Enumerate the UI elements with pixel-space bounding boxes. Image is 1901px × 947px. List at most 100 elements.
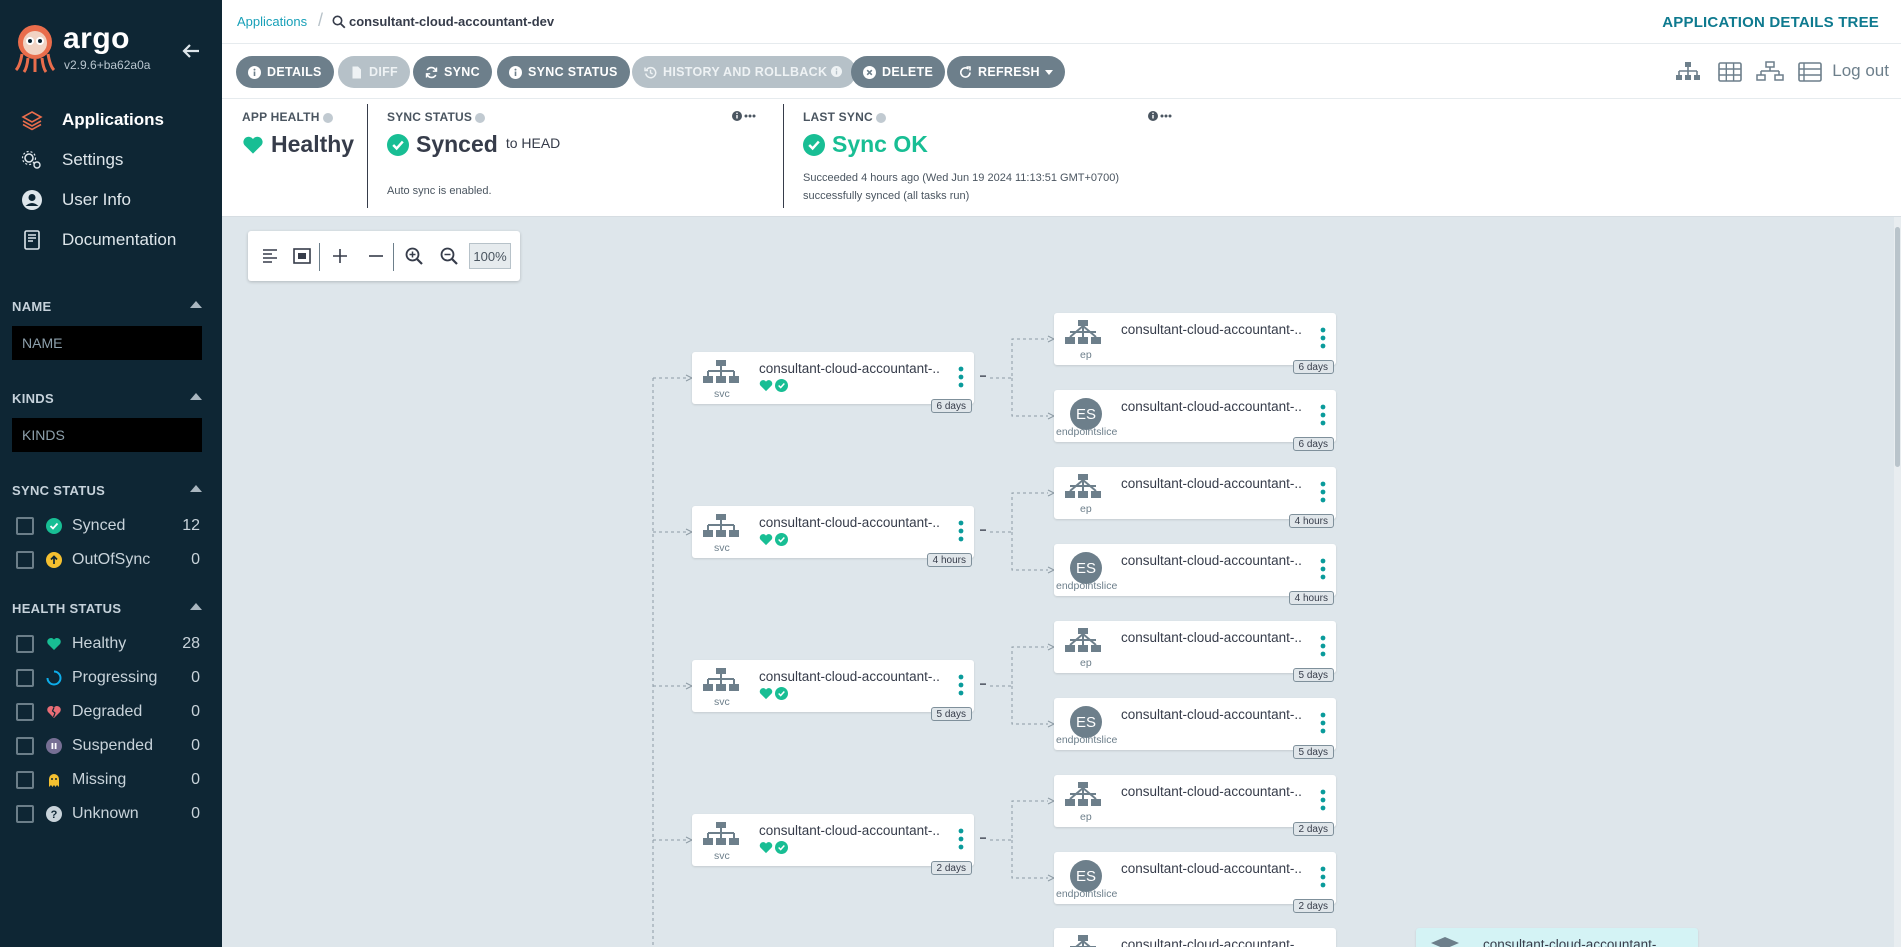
collapse-children-button[interactable]: −: [978, 832, 988, 844]
checkbox[interactable]: [16, 703, 34, 721]
search-icon[interactable]: [332, 15, 346, 29]
resource-node-partial[interactable]: consultant-cloud-accountant-...: [1416, 928, 1698, 947]
svc-node[interactable]: svc consultant-cloud-accountant-... 4 hour…: [692, 506, 987, 567]
refresh-button[interactable]: REFRESH: [947, 56, 1065, 88]
collapse-sidebar-arrow-icon[interactable]: [180, 40, 202, 62]
filter-healthy[interactable]: Healthy 28: [16, 632, 200, 656]
delete-button[interactable]: DELETE: [851, 56, 946, 88]
zoom-in-icon[interactable]: [402, 244, 426, 268]
plus-icon[interactable]: [328, 244, 352, 268]
kebab-menu-icon[interactable]: [1320, 404, 1326, 426]
tree-view-icon[interactable]: [1674, 60, 1702, 84]
es-node[interactable]: ES endpointslice consultant-cloud-accounta…: [1054, 544, 1336, 605]
nav-item-settings[interactable]: Settings: [0, 140, 222, 180]
more-info-icon[interactable]: [732, 110, 756, 122]
nav-label: Settings: [62, 150, 124, 169]
check-circle-icon: [46, 518, 62, 534]
filter-missing[interactable]: Missing 0: [16, 768, 200, 792]
checkbox[interactable]: [16, 737, 34, 755]
help-icon[interactable]: [875, 112, 886, 123]
app-health-value[interactable]: Healthy: [242, 131, 354, 158]
filter-degraded[interactable]: Degraded 0: [16, 700, 200, 724]
service-icon: [703, 668, 739, 691]
nav-item-documentation[interactable]: Documentation: [0, 220, 222, 260]
ep-node[interactable]: ep consultant-cloud-accountant-... 2 days: [1054, 775, 1336, 836]
checkbox[interactable]: [16, 517, 34, 535]
collapse-children-button[interactable]: −: [978, 524, 988, 536]
network-view-icon[interactable]: [1756, 60, 1784, 84]
help-icon[interactable]: [475, 112, 486, 123]
kebab-menu-icon[interactable]: [1320, 635, 1326, 657]
nav-item-user-info[interactable]: User Info: [0, 180, 222, 220]
kebab-menu-icon[interactable]: [1320, 789, 1326, 811]
arrow-up-circle-icon: [46, 552, 62, 568]
sync-status-value[interactable]: Synced to HEAD: [387, 131, 560, 158]
zoom-out-icon[interactable]: [437, 244, 461, 268]
vertical-scrollbar[interactable]: [1894, 217, 1901, 947]
last-sync-value[interactable]: Sync OK: [803, 131, 928, 158]
logout-link[interactable]: Log out: [1832, 61, 1889, 81]
details-button[interactable]: DETAILS: [236, 56, 334, 88]
filter-suspended[interactable]: Suspended 0: [16, 734, 200, 758]
kebab-menu-icon[interactable]: [1320, 712, 1326, 734]
checkbox[interactable]: [16, 669, 34, 687]
health-status-filter-heading[interactable]: HEALTH STATUS: [12, 601, 202, 616]
filter-label: Healthy: [72, 635, 127, 652]
collapse-children-button[interactable]: −: [978, 678, 988, 690]
kebab-menu-icon[interactable]: [958, 674, 964, 696]
kinds-filter-heading[interactable]: KINDS: [12, 391, 202, 406]
resource-age-badge: 2 days: [930, 861, 972, 875]
kebab-menu-icon[interactable]: [958, 828, 964, 850]
resource-tree-canvas[interactable]: 100% svc consultant-cloud-accountant-... 6…: [222, 217, 1901, 947]
kebab-menu-icon[interactable]: [1320, 558, 1326, 580]
minus-icon[interactable]: [364, 244, 388, 268]
ep-node-partial[interactable]: consultant-cloud-accountant-...: [1054, 928, 1336, 947]
es-node[interactable]: ES endpointslice consultant-cloud-accounta…: [1054, 852, 1336, 913]
name-filter-input[interactable]: [12, 326, 202, 360]
scrollbar-thumb[interactable]: [1895, 227, 1900, 467]
filter-outofsync[interactable]: OutOfSync 0: [16, 548, 200, 572]
zoom-percent[interactable]: 100%: [469, 243, 511, 269]
name-filter-heading[interactable]: NAME: [12, 299, 202, 314]
sync-status-button[interactable]: SYNC STATUS: [497, 56, 630, 88]
kinds-filter-input[interactable]: [12, 418, 202, 452]
nav-item-applications[interactable]: Applications: [0, 100, 222, 140]
filter-unknown[interactable]: ? Unknown 0: [16, 802, 200, 826]
checkbox[interactable]: [16, 771, 34, 789]
pods-grid-view-icon[interactable]: [1716, 60, 1744, 84]
sync-button[interactable]: SYNC: [413, 56, 492, 88]
checkbox[interactable]: [16, 635, 34, 653]
more-info-icon[interactable]: [1148, 110, 1172, 122]
ep-node[interactable]: ep consultant-cloud-accountant-... 6 days: [1054, 313, 1336, 374]
collapse-children-button[interactable]: −: [978, 370, 988, 382]
ep-node[interactable]: ep consultant-cloud-accountant-... 5 days: [1054, 621, 1336, 682]
fit-screen-icon[interactable]: [290, 244, 314, 268]
checkbox[interactable]: [16, 551, 34, 569]
filter-progressing[interactable]: Progressing 0: [16, 666, 200, 690]
filter-count: 0: [191, 771, 200, 788]
diff-button[interactable]: DIFF: [338, 56, 410, 88]
align-left-icon[interactable]: [258, 244, 282, 268]
resource-kind: endpointslice: [1056, 888, 1118, 900]
svc-node[interactable]: svc consultant-cloud-accountant-... 5 days…: [692, 660, 987, 721]
kebab-menu-icon[interactable]: [958, 366, 964, 388]
es-node[interactable]: ES endpointslice consultant-cloud-accounta…: [1054, 390, 1336, 451]
list-view-icon[interactable]: [1796, 60, 1824, 84]
sync-status-filter-heading[interactable]: SYNC STATUS: [12, 483, 202, 498]
filter-count: 0: [191, 737, 200, 754]
checkbox[interactable]: [16, 805, 34, 823]
filter-synced[interactable]: Synced 12: [16, 514, 200, 538]
history-rollback-button[interactable]: HISTORY AND ROLLBACK: [632, 56, 857, 88]
kebab-menu-icon[interactable]: [1320, 327, 1326, 349]
breadcrumb-current-app[interactable]: consultant-cloud-accountant-dev: [349, 14, 554, 29]
help-icon[interactable]: [322, 112, 333, 123]
resource-kind: endpointslice: [1056, 580, 1118, 592]
breadcrumb-applications-link[interactable]: Applications: [237, 14, 307, 29]
kebab-menu-icon[interactable]: [1320, 481, 1326, 503]
kebab-menu-icon[interactable]: [958, 520, 964, 542]
svc-node[interactable]: svc consultant-cloud-accountant-... 2 days…: [692, 814, 987, 875]
ep-node[interactable]: ep consultant-cloud-accountant-... 4 hours: [1054, 467, 1336, 528]
es-node[interactable]: ES endpointslice consultant-cloud-accounta…: [1054, 698, 1336, 759]
svc-node[interactable]: svc consultant-cloud-accountant-... 6 days…: [692, 352, 987, 413]
kebab-menu-icon[interactable]: [1320, 866, 1326, 888]
